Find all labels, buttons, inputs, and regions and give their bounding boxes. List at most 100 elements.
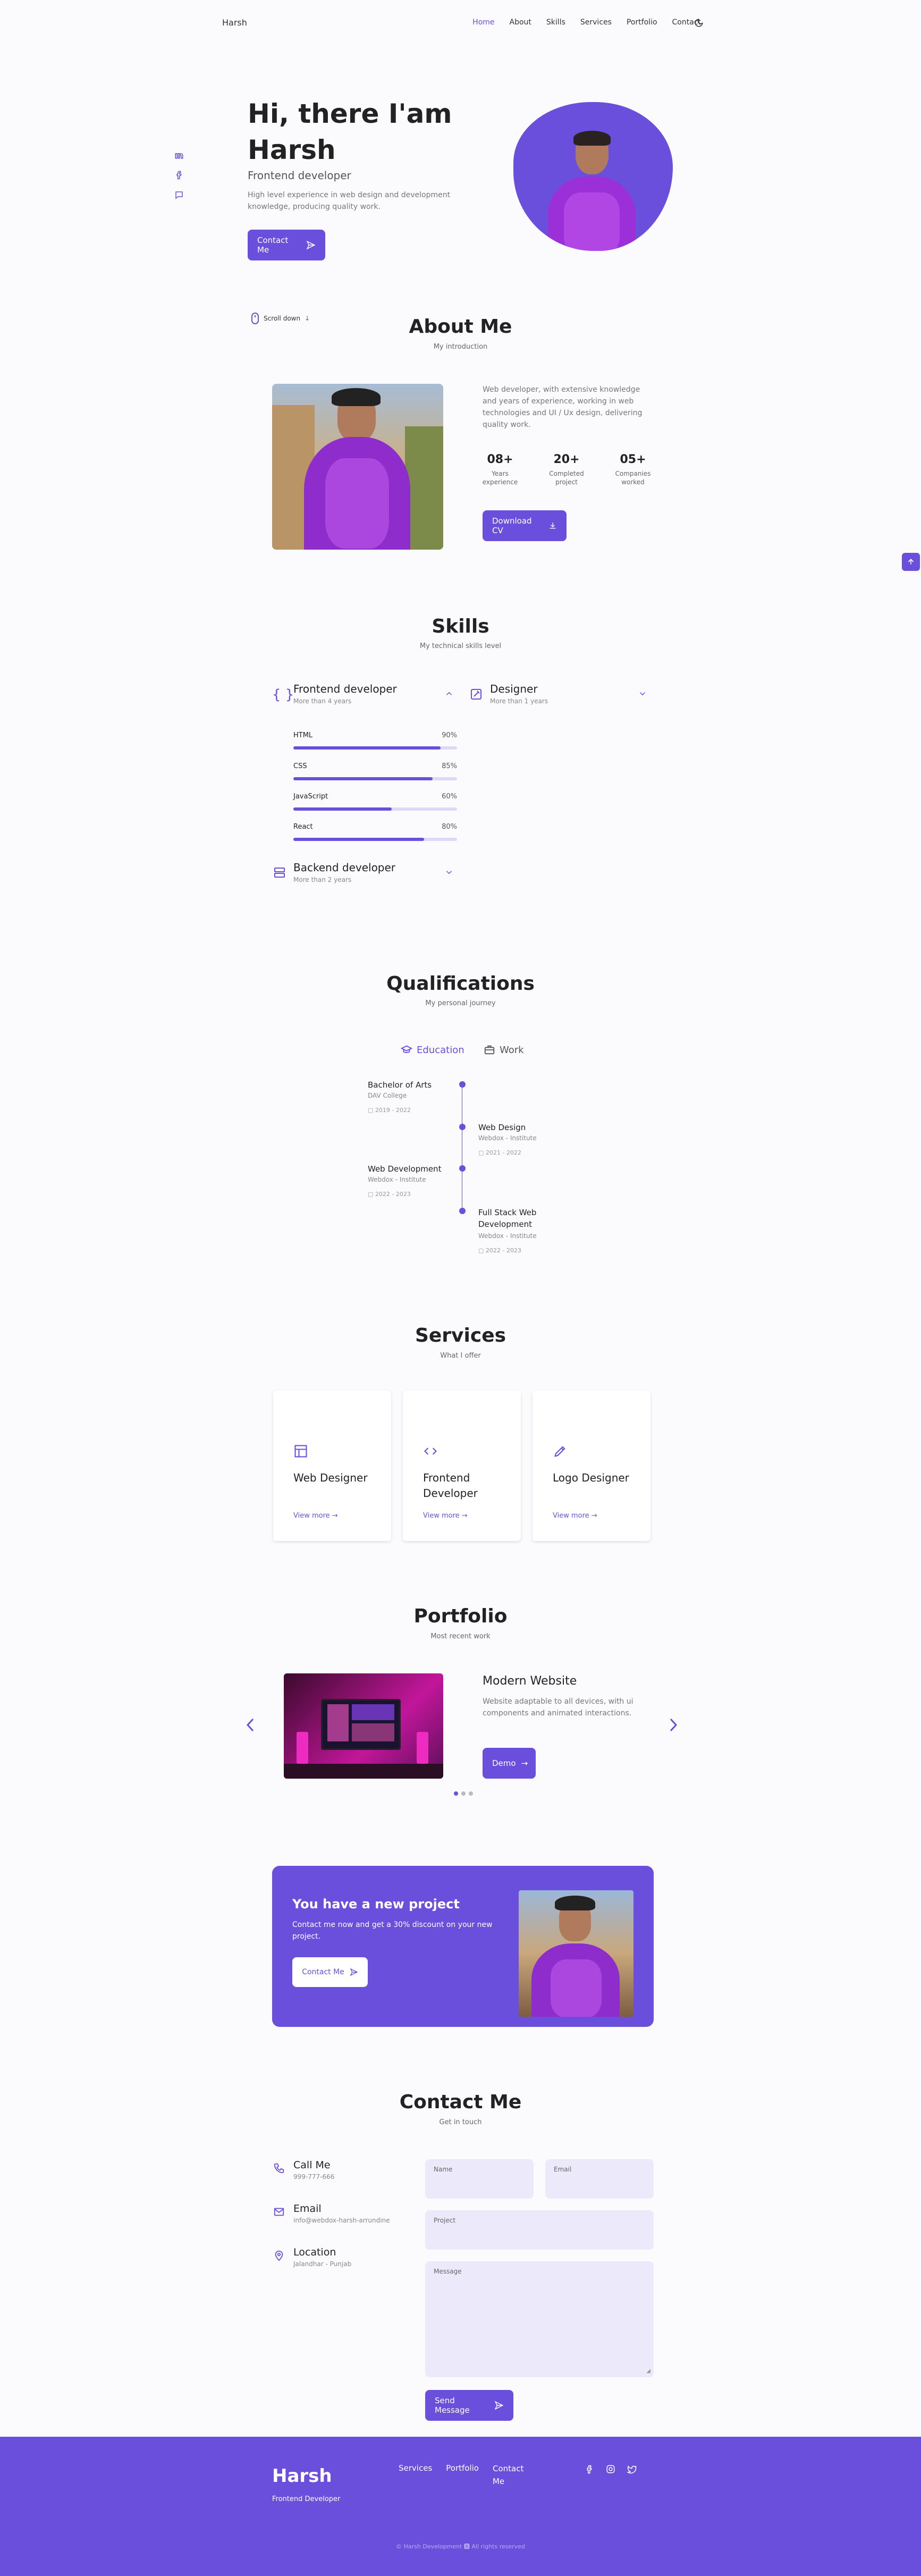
nav-about[interactable]: About (510, 18, 531, 27)
view-more-label: View more (553, 1512, 589, 1520)
chevron-down-icon[interactable] (444, 868, 454, 877)
chevron-right-icon[interactable] (667, 1717, 679, 1733)
tab-work[interactable]: Work (484, 1044, 524, 1056)
chevron-up-icon[interactable] (444, 689, 454, 698)
skill-backend-header[interactable]: Backend developer More than 2 years (272, 861, 455, 891)
skill-fill (293, 807, 392, 811)
footer: Harsh Frontend Developer Services Portfo… (0, 2437, 921, 2576)
contact-info-sub: info@webdox-harsh-arrundine (293, 2217, 390, 2224)
footer-link-contact[interactable]: Contact Me (493, 2462, 525, 2488)
qualification-item: Full Stack Web Development Webdox - Inst… (478, 1207, 547, 1254)
send-icon (350, 1968, 358, 1976)
nav-skills[interactable]: Skills (546, 18, 565, 27)
carousel-dot-active[interactable] (454, 1791, 458, 1796)
qualification-item-title: Web Development (368, 1164, 442, 1174)
view-more-link[interactable]: View more → (553, 1512, 597, 1520)
tab-work-label: Work (500, 1044, 524, 1056)
stat-value: 05+ (620, 453, 646, 466)
moon-icon[interactable] (694, 18, 704, 28)
name-field[interactable]: Name (425, 2159, 534, 2199)
about-subtitle: My introduction (433, 343, 488, 351)
nav-services[interactable]: Services (580, 18, 612, 27)
footer-title: Harsh (272, 2465, 332, 2487)
twitter-icon[interactable] (627, 2464, 637, 2474)
skill-designer-title: Designer (490, 683, 538, 695)
download-cv-button[interactable]: Download CV (483, 510, 567, 541)
service-card[interactable]: Web Designer View more → (273, 1391, 391, 1541)
logo[interactable]: Harsh (222, 18, 247, 28)
resize-handle-icon[interactable]: ◢ (646, 2368, 650, 2374)
nav-portfolio[interactable]: Portfolio (627, 18, 657, 27)
project-contact-button[interactable]: Contact Me (292, 1957, 368, 1987)
contact-info-sub: Jalandhar - Punjab (293, 2260, 352, 2268)
qualification-item: Web Design Webdox - Institute ▢ 2021 - 2… (478, 1123, 563, 1156)
chevron-left-icon[interactable] (244, 1717, 256, 1733)
contact-me-label: Contact Me (257, 235, 289, 255)
server-icon (273, 866, 286, 879)
skill-frontend-title: Frontend developer (293, 683, 397, 695)
facebook-icon[interactable] (174, 170, 184, 180)
email-field[interactable]: Email (545, 2159, 654, 2199)
calendar-icon: ▢ (368, 1191, 375, 1198)
project-banner-title: You have a new project (292, 1897, 460, 1912)
send-icon (494, 2401, 504, 2410)
skill-backend-title: Backend developer (293, 861, 396, 874)
facebook-icon[interactable] (585, 2464, 594, 2474)
skill-track (293, 746, 457, 750)
qualification-item-title: Web Design (478, 1123, 526, 1132)
carousel-dot[interactable] (461, 1791, 466, 1796)
map-pin-icon (273, 2250, 285, 2261)
skill-frontend-header[interactable]: { } Frontend developer More than 4 years (272, 683, 455, 712)
footer-copyright: © Harsh Development 🅱 All rights reserve… (396, 2543, 525, 2550)
footer-link-portfolio[interactable]: Portfolio (446, 2463, 479, 2488)
chat-icon[interactable] (174, 190, 184, 200)
service-card[interactable]: Frontend Developer View more → (403, 1391, 521, 1541)
qualification-item-sub: Webdox - Institute (478, 1232, 537, 1240)
portfolio-image (284, 1673, 443, 1779)
send-message-label: Send Message (435, 2396, 470, 2415)
skill-percent: 85% (442, 762, 457, 770)
service-card-title: Web Designer (293, 1471, 368, 1484)
email-field-label: Email (554, 2166, 572, 2173)
linkedin-icon[interactable] (174, 150, 184, 159)
social-links (174, 150, 184, 200)
view-more-link[interactable]: View more → (293, 1512, 338, 1520)
tab-education[interactable]: Education (401, 1044, 464, 1056)
demo-button[interactable]: Demo → (483, 1748, 536, 1779)
contact-subtitle: Get in touch (439, 2118, 482, 2126)
mail-icon (273, 2206, 285, 2218)
home-title-line1: Hi, there I'am (248, 98, 452, 129)
footer-link-services[interactable]: Services (399, 2463, 432, 2488)
portfolio-project-title: Modern Website (483, 1674, 577, 1688)
view-more-link[interactable]: View more → (423, 1512, 468, 1520)
main-nav: Home About Skills Services Portfolio Con… (458, 18, 701, 27)
qualification-item-sub: Webdox - Institute (368, 1176, 426, 1183)
skill-name: CSS (293, 762, 307, 770)
message-field[interactable]: Message ◢ (425, 2261, 654, 2377)
send-message-button[interactable]: Send Message (425, 2390, 513, 2421)
contact-title: Contact Me (399, 2091, 522, 2113)
contact-info-title: Call Me (293, 2159, 331, 2171)
skill-percent: 60% (442, 793, 457, 801)
skill-designer-header[interactable]: Designer More than 1 years (469, 683, 653, 712)
demo-label: Demo (492, 1758, 516, 1768)
view-more-label: View more (293, 1512, 330, 1520)
stat-value: 08+ (487, 453, 513, 466)
timeline-dot (459, 1165, 466, 1172)
carousel-dot[interactable] (469, 1791, 473, 1796)
contact-me-button[interactable]: Contact Me (248, 230, 325, 260)
timeline-dot (459, 1208, 466, 1214)
contact-info-sub: 999-777-666 (293, 2173, 335, 2181)
skill-fill (293, 838, 425, 841)
qualification-item-title: Full Stack Web Development (478, 1208, 537, 1229)
nav-home[interactable]: Home (472, 18, 494, 27)
chevron-down-icon[interactable] (638, 689, 647, 698)
qualification-title: Qualifications (386, 973, 535, 995)
project-field[interactable]: Project (425, 2210, 654, 2250)
pen-icon (553, 1444, 568, 1459)
qualification-item-date-text: 2021 - 2022 (485, 1149, 521, 1156)
service-card[interactable]: Logo Designer View more → (533, 1391, 650, 1541)
instagram-icon[interactable] (606, 2464, 615, 2474)
qualification-item-date: ▢ 2021 - 2022 (478, 1149, 563, 1156)
scroll-up-button[interactable] (902, 553, 920, 571)
